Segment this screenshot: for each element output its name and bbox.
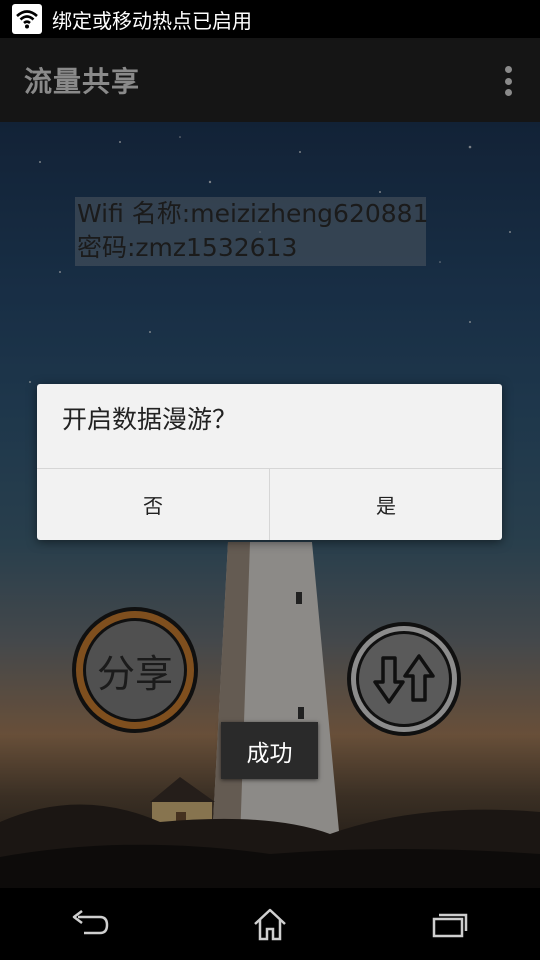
toast: 成功 <box>221 722 318 779</box>
status-notification-text: 绑定或移动热点已启用 <box>52 8 252 33</box>
dialog-message: 开启数据漫游？ <box>62 405 238 434</box>
home-icon[interactable] <box>230 894 310 954</box>
navigation-bar <box>0 888 540 960</box>
dialog-no-button[interactable]: 否 <box>37 469 269 540</box>
back-icon[interactable] <box>50 894 130 954</box>
status-bar: 绑定或移动热点已启用 <box>0 0 540 38</box>
recents-icon[interactable] <box>410 894 490 954</box>
dialog-yes-button[interactable]: 是 <box>270 469 502 540</box>
wifi-hotspot-icon <box>12 4 42 34</box>
overflow-menu-icon[interactable] <box>504 66 512 96</box>
action-bar: 流量共享 <box>0 38 540 122</box>
app-title: 流量共享 <box>24 65 141 98</box>
data-roaming-dialog: 开启数据漫游？ 否 是 <box>37 384 502 540</box>
